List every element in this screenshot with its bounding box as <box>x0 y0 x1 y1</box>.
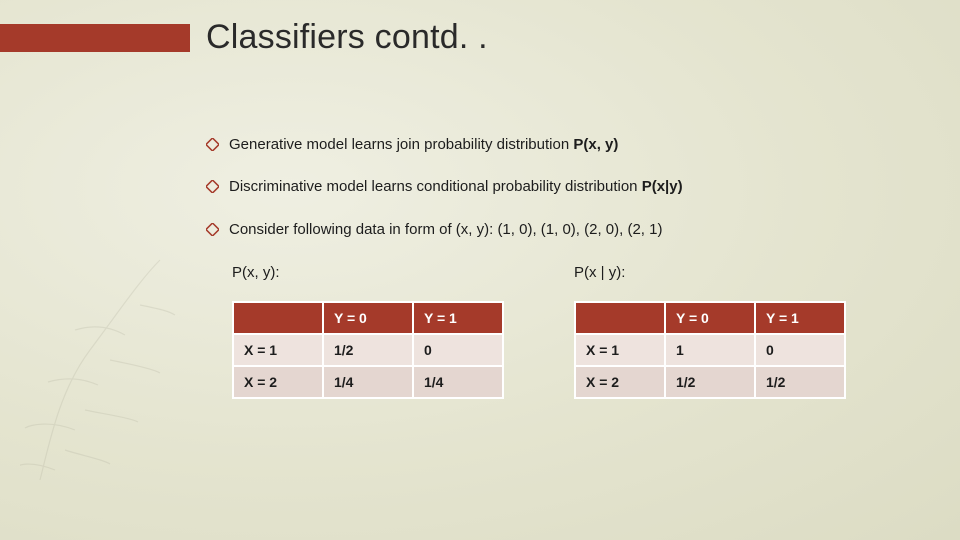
bullet-pre: Generative model learns join probability… <box>229 136 573 153</box>
table-col-header: Y = 1 <box>755 302 845 334</box>
table-cell: 1/2 <box>323 334 413 366</box>
table-header-row: Y = 0 Y = 1 <box>233 302 503 334</box>
table-corner-cell <box>233 302 323 334</box>
p-x-given-y-table-block: P(x | y): Y = 0 Y = 1 X = 1 1 0 X = 2 1/… <box>574 264 846 399</box>
table-row: X = 1 1 0 <box>575 334 845 366</box>
table-corner-cell <box>575 302 665 334</box>
diamond-bullet-icon <box>206 179 219 199</box>
table-row: X = 2 1/2 1/2 <box>575 366 845 398</box>
table-header-row: Y = 0 Y = 1 <box>575 302 845 334</box>
bullet-item: Consider following data in form of (x, y… <box>206 220 900 242</box>
table-col-header: Y = 0 <box>323 302 413 334</box>
bullet-pre: Consider following data in form of (x, y… <box>229 221 662 238</box>
table-caption: P(x | y): <box>574 264 846 281</box>
slide-title: Classifiers contd. . <box>206 18 900 57</box>
table-cell: 1/4 <box>323 366 413 398</box>
bullet-text: Consider following data in form of (x, y… <box>229 220 662 240</box>
bullet-item: Generative model learns join probability… <box>206 135 900 157</box>
bullet-bold: P(x, y) <box>573 136 618 153</box>
bullet-text: Generative model learns join probability… <box>229 135 618 155</box>
accent-bar <box>0 24 190 52</box>
table-col-header: Y = 0 <box>665 302 755 334</box>
table-cell: 1/2 <box>755 366 845 398</box>
table-caption: P(x, y): <box>232 264 504 281</box>
bullet-text: Discriminative model learns conditional … <box>229 177 683 197</box>
diamond-bullet-icon <box>206 222 219 242</box>
p-xy-table: Y = 0 Y = 1 X = 1 1/2 0 X = 2 1/4 1/4 <box>232 301 504 399</box>
bullet-bold: P(x|y) <box>642 178 683 195</box>
table-cell: 1 <box>665 334 755 366</box>
table-row: X = 2 1/4 1/4 <box>233 366 503 398</box>
table-row-header: X = 2 <box>233 366 323 398</box>
bullet-list: Generative model learns join probability… <box>206 135 900 242</box>
table-cell: 1/4 <box>413 366 503 398</box>
table-row-header: X = 2 <box>575 366 665 398</box>
table-cell: 0 <box>413 334 503 366</box>
table-row-header: X = 1 <box>575 334 665 366</box>
p-x-given-y-table: Y = 0 Y = 1 X = 1 1 0 X = 2 1/2 1/2 <box>574 301 846 399</box>
table-col-header: Y = 1 <box>413 302 503 334</box>
leaf-decoration <box>20 250 180 510</box>
table-cell: 1/2 <box>665 366 755 398</box>
p-xy-table-block: P(x, y): Y = 0 Y = 1 X = 1 1/2 0 X = 2 1… <box>232 264 504 399</box>
table-row-header: X = 1 <box>233 334 323 366</box>
diamond-bullet-icon <box>206 137 219 157</box>
table-cell: 0 <box>755 334 845 366</box>
tables-row: P(x, y): Y = 0 Y = 1 X = 1 1/2 0 X = 2 1… <box>232 264 900 399</box>
bullet-pre: Discriminative model learns conditional … <box>229 178 642 195</box>
bullet-item: Discriminative model learns conditional … <box>206 177 900 199</box>
table-row: X = 1 1/2 0 <box>233 334 503 366</box>
slide-content: Classifiers contd. . Generative model le… <box>206 18 900 399</box>
